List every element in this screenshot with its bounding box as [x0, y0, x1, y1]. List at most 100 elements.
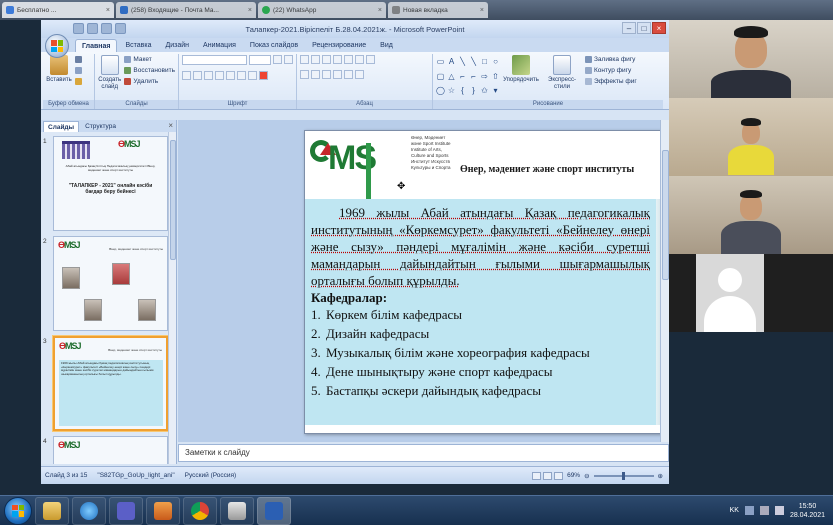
- browser-tab-1[interactable]: Бесплатно ... ×: [2, 2, 114, 18]
- slide-thumb-row-3[interactable]: 3 ӨМSJ Өнер, мәдениет және спорт институ…: [43, 336, 168, 431]
- tab-review[interactable]: Рецензирование: [306, 39, 372, 52]
- font-size-combo[interactable]: [249, 55, 271, 65]
- decrease-indent-icon[interactable]: [322, 55, 331, 64]
- taskbar-word[interactable]: [257, 496, 291, 525]
- close-icon[interactable]: ×: [168, 121, 173, 130]
- slides-pane-scrollbar[interactable]: [168, 132, 176, 464]
- taskbar-media[interactable]: [146, 496, 180, 525]
- shape-effects-button[interactable]: Эффекты фиг: [585, 77, 637, 86]
- line-spacing-icon[interactable]: [344, 55, 353, 64]
- more-shapes-icon[interactable]: ▾: [491, 86, 500, 95]
- triangle-shape-icon[interactable]: △: [447, 72, 456, 81]
- tab-slides[interactable]: Слайды: [43, 121, 80, 132]
- browser-tab-3[interactable]: (22) WhatsApp ×: [258, 2, 386, 18]
- taskbar-ie[interactable]: [72, 496, 106, 525]
- taskbar-explorer[interactable]: [35, 496, 69, 525]
- zoom-slider-handle[interactable]: [621, 471, 625, 480]
- smartart-icon[interactable]: [355, 70, 364, 79]
- slide-thumb-row-2[interactable]: 2 ӨМSJ Өнер, мәдениет және спорт институ…: [43, 236, 168, 331]
- browser-tab-2[interactable]: (258) Входящие - Почта Ma... ×: [116, 2, 256, 18]
- grow-font-icon[interactable]: [273, 55, 282, 64]
- zoom-out-icon[interactable]: ⊖: [584, 472, 589, 480]
- slide-thumbnail-1[interactable]: ӨМSJ Абай атындағы Қазақ Ұлттық Педагоги…: [53, 136, 168, 231]
- star-shape-icon[interactable]: ☆: [447, 86, 456, 95]
- slide-thumb-row-4[interactable]: 4 ӨМSJ: [43, 436, 168, 464]
- volume-icon[interactable]: [774, 506, 784, 515]
- zoom-slider[interactable]: [593, 471, 654, 480]
- scrollbar-thumb[interactable]: [662, 150, 669, 280]
- print-preview-icon[interactable]: [115, 23, 126, 34]
- quick-styles-button[interactable]: Экспресс-стили: [542, 55, 582, 99]
- align-right-icon[interactable]: [322, 70, 331, 79]
- arrow-shape-icon[interactable]: ⇨: [480, 72, 489, 81]
- align-left-icon[interactable]: [300, 70, 309, 79]
- shapes-gallery[interactable]: ▭ A ╲ ╲ □ ○ ▢ △ ⌐ ⌐ ⇨ ⇧ ◯ ☆{} ✩ ▾: [436, 57, 500, 99]
- taskbar-chrome[interactable]: [183, 496, 217, 525]
- tab-home[interactable]: Главная: [75, 39, 118, 52]
- columns-icon[interactable]: [344, 70, 353, 79]
- language-indicator[interactable]: Русский (Россия): [185, 472, 237, 479]
- numbering-icon[interactable]: [311, 55, 320, 64]
- line-shape-icon[interactable]: ⌐: [469, 72, 478, 81]
- oval-shape-icon[interactable]: ◯: [436, 86, 445, 95]
- shape-outline-button[interactable]: Контур фигу: [585, 66, 637, 75]
- brace-shape-icon[interactable]: {: [458, 86, 467, 95]
- strikethrough-icon[interactable]: [215, 71, 224, 80]
- input-language[interactable]: KK: [730, 507, 739, 514]
- rectangle-shape-icon[interactable]: □: [480, 57, 489, 66]
- new-slide-button[interactable]: Создать слайд: [98, 55, 121, 99]
- network-icon[interactable]: [759, 506, 769, 515]
- arrange-button[interactable]: Упорядочить: [503, 55, 539, 99]
- justify-icon[interactable]: [333, 70, 342, 79]
- scrollbar-thumb[interactable]: [170, 140, 176, 260]
- sorter-view-icon[interactable]: [543, 471, 553, 480]
- taskbar-teams[interactable]: [109, 496, 143, 525]
- spacing-icon[interactable]: [237, 71, 246, 80]
- text-direction-icon[interactable]: [355, 55, 364, 64]
- underline-icon[interactable]: [204, 71, 213, 80]
- shadow-icon[interactable]: [226, 71, 235, 80]
- reset-button[interactable]: Восстановить: [124, 66, 175, 75]
- close-icon[interactable]: ×: [378, 7, 382, 14]
- clock[interactable]: 15:50 28.04.2021: [790, 502, 825, 520]
- arrow-shape-icon[interactable]: ⇧: [491, 72, 500, 81]
- case-icon[interactable]: [248, 71, 257, 80]
- save-icon[interactable]: [73, 23, 84, 34]
- shape-fill-button[interactable]: Заливка фигу: [585, 55, 637, 64]
- minimize-button[interactable]: –: [622, 22, 636, 34]
- brace-shape-icon[interactable]: }: [469, 86, 478, 95]
- italic-icon[interactable]: [193, 71, 202, 80]
- bullets-icon[interactable]: [300, 55, 309, 64]
- close-button[interactable]: ×: [652, 22, 666, 34]
- delete-slide-button[interactable]: Удалить: [124, 77, 175, 86]
- close-icon[interactable]: ×: [480, 7, 484, 14]
- font-color-icon[interactable]: [259, 71, 268, 80]
- tab-design[interactable]: Дизайн: [160, 39, 196, 52]
- format-painter-button[interactable]: [75, 77, 82, 86]
- close-icon[interactable]: ×: [106, 7, 110, 14]
- bold-icon[interactable]: [182, 71, 191, 80]
- taskbar-paint[interactable]: [220, 496, 254, 525]
- rectangle-shape-icon[interactable]: ▭: [436, 57, 445, 66]
- browser-tab-4[interactable]: Новая вкладка ×: [388, 2, 488, 18]
- slide-thumbnail-2[interactable]: ӨМSJ Өнер, мәдениет және спорт институты: [53, 236, 168, 331]
- office-button[interactable]: [45, 34, 69, 58]
- align-center-icon[interactable]: [311, 70, 320, 79]
- tab-view[interactable]: Вид: [374, 39, 399, 52]
- line-shape-icon[interactable]: ⌐: [458, 72, 467, 81]
- layout-button[interactable]: Макет: [124, 55, 175, 64]
- slide-thumbnail-4[interactable]: ӨМSJ: [53, 436, 168, 464]
- tab-insert[interactable]: Вставка: [119, 39, 157, 52]
- tab-outline[interactable]: Структура: [81, 121, 120, 132]
- notes-field[interactable]: Заметки к слайду: [178, 444, 669, 462]
- close-icon[interactable]: ×: [248, 7, 252, 14]
- maximize-button[interactable]: □: [637, 22, 651, 34]
- redo-icon[interactable]: [101, 23, 112, 34]
- increase-indent-icon[interactable]: [333, 55, 342, 64]
- line-shape-icon[interactable]: ╲: [458, 57, 467, 66]
- rounded-rect-shape-icon[interactable]: ▢: [436, 72, 445, 81]
- slide-content-box[interactable]: 1969 жылы Абай атындағы Қазақ педагогика…: [305, 199, 656, 425]
- star-shape-icon[interactable]: ✩: [480, 86, 489, 95]
- current-slide[interactable]: МS Өнер, Мәдениет және Sport Institute I…: [304, 130, 665, 434]
- cut-button[interactable]: [75, 55, 82, 64]
